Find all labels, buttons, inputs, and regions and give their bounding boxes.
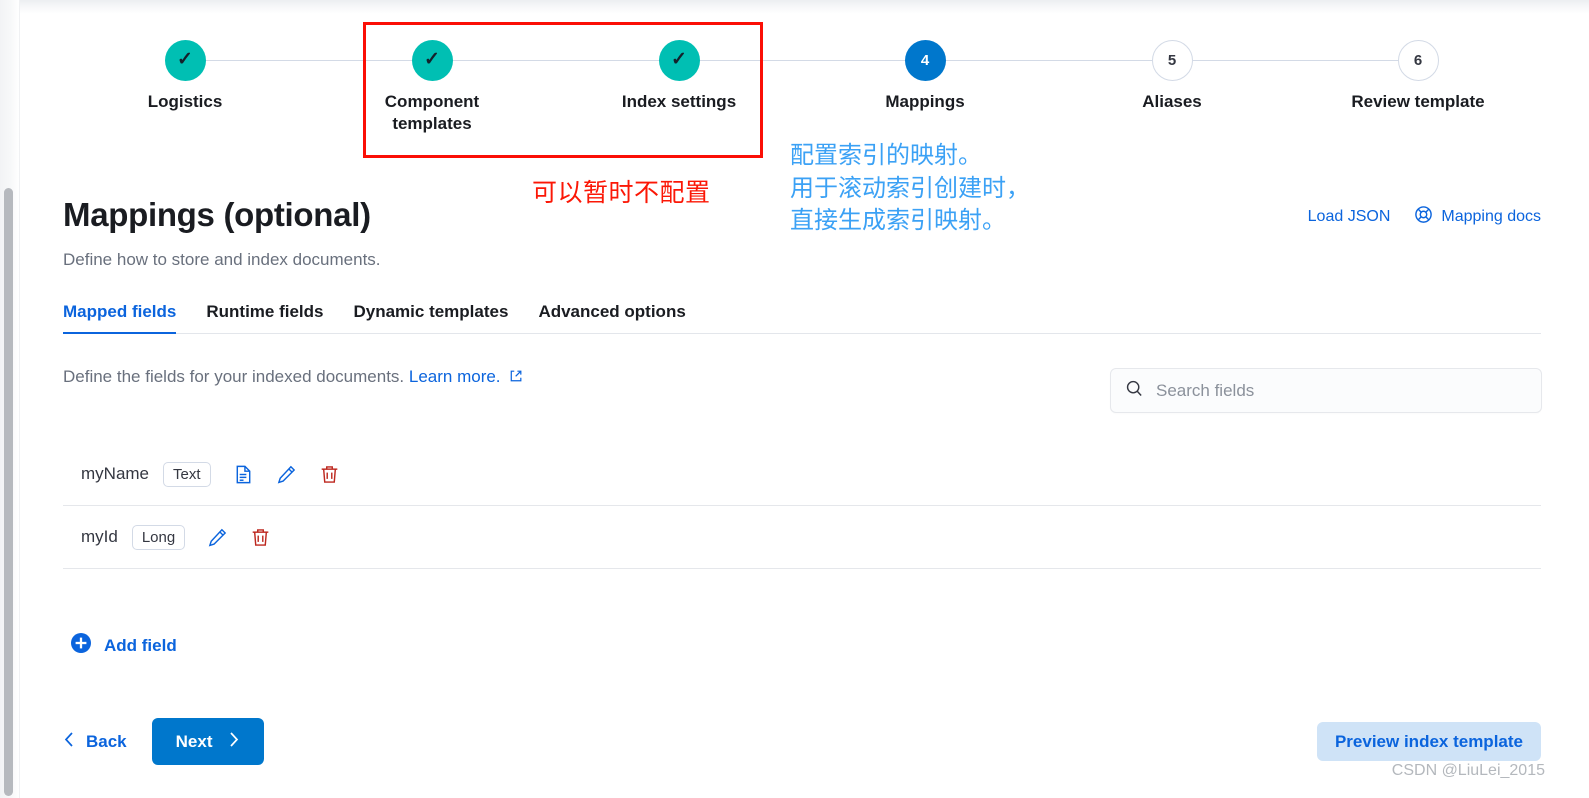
preview-index-template-button[interactable]: Preview index template xyxy=(1316,722,1541,761)
step-label-component-templates: Component templates xyxy=(384,92,480,134)
check-icon: ✓ xyxy=(424,49,440,70)
step-label-review-template: Review template xyxy=(1351,92,1485,111)
mappings-tab-bar: Mapped fields Runtime fields Dynamic tem… xyxy=(63,296,686,334)
tab-dynamic-templates[interactable]: Dynamic templates xyxy=(353,302,508,334)
field-name: myId xyxy=(81,527,118,546)
vertical-scrollbar-thumb[interactable] xyxy=(4,188,13,796)
tab-advanced-options[interactable]: Advanced options xyxy=(538,302,685,334)
learn-more-link[interactable]: Learn more. xyxy=(409,367,501,386)
row-action-icons xyxy=(207,527,271,548)
step-label-index-settings: Index settings xyxy=(621,92,737,111)
page-subtitle: Define how to store and index documents. xyxy=(63,250,381,269)
index-template-wizard-page: ✓ Logistics ✓ Component templates ✓ Inde… xyxy=(0,0,1589,798)
fields-description-text: Define the fields for your indexed docum… xyxy=(63,367,405,386)
wizard-stepper: ✓ Logistics ✓ Component templates ✓ Inde… xyxy=(20,0,1589,160)
step-marker-2: ✓ xyxy=(411,40,453,81)
tab-runtime-fields[interactable]: Runtime fields xyxy=(206,302,323,334)
search-input[interactable] xyxy=(1156,380,1527,401)
mapped-fields-list: myName Text myId Long xyxy=(63,443,1541,569)
blue-annotation-line-1: 配置索引的映射。 xyxy=(790,142,982,169)
mapping-docs-link[interactable]: Mapping docs xyxy=(1414,205,1541,229)
mapping-docs-label: Mapping docs xyxy=(1441,208,1541,225)
chevron-right-icon xyxy=(227,731,240,753)
trash-delete-icon[interactable] xyxy=(319,464,340,485)
header-actions: Load JSON Mapping docs xyxy=(1308,205,1541,229)
step-item-component-templates[interactable]: ✓ Component templates xyxy=(332,40,532,136)
check-icon: ✓ xyxy=(671,49,687,70)
step-label-logistics: Logistics xyxy=(147,92,223,111)
field-name: myName xyxy=(81,464,150,483)
blue-annotation-line-2: 用于滚动索引创建时， xyxy=(790,174,1030,202)
row-action-icons xyxy=(233,464,340,485)
tab-mapped-fields[interactable]: Mapped fields xyxy=(63,302,177,334)
step-marker-1: ✓ xyxy=(164,40,206,81)
step-label-aliases: Aliases xyxy=(1142,92,1202,111)
step-marker-6: 6 xyxy=(1397,40,1439,81)
step-marker-4: 4 xyxy=(904,40,946,81)
next-label: Next xyxy=(175,731,213,751)
red-annotation-text: 可以暂时不配置 xyxy=(532,179,711,207)
pencil-edit-icon[interactable] xyxy=(276,464,297,485)
add-field-label: Add field xyxy=(104,635,177,655)
step-item-aliases[interactable]: 5 Aliases xyxy=(1072,40,1272,113)
back-label: Back xyxy=(86,731,127,751)
lifebuoy-icon xyxy=(1414,205,1433,229)
step-label-mappings: Mappings xyxy=(885,92,965,111)
field-type-badge: Long xyxy=(131,524,186,550)
trash-delete-icon[interactable] xyxy=(250,527,271,548)
watermark: CSDN @LiuLei_2015 xyxy=(1391,762,1545,779)
search-icon xyxy=(1125,379,1144,403)
step-marker-3: ✓ xyxy=(658,40,700,81)
search-fields-container[interactable] xyxy=(1110,368,1542,413)
document-icon[interactable] xyxy=(233,464,254,485)
add-field-button[interactable]: Add field xyxy=(70,632,177,659)
step-item-logistics[interactable]: ✓ Logistics xyxy=(85,40,285,113)
back-button[interactable]: Back xyxy=(63,731,127,753)
blue-annotation-line-3: 直接生成索引映射。 xyxy=(790,207,1006,235)
plus-circle-icon xyxy=(70,632,92,659)
wizard-footer-left: Back Next xyxy=(63,718,264,765)
chevron-left-icon xyxy=(63,731,76,753)
external-link-icon[interactable] xyxy=(509,368,523,388)
load-json-label: Load JSON xyxy=(1307,208,1391,225)
table-row[interactable]: myName Text xyxy=(63,443,1541,506)
pencil-edit-icon[interactable] xyxy=(207,527,228,548)
blue-annotation-text: 配置索引的映射。 用于滚动索引创建时， 直接生成索引映射。 xyxy=(790,140,1030,238)
step-item-index-settings[interactable]: ✓ Index settings xyxy=(579,40,779,113)
step-marker-5: 5 xyxy=(1151,40,1193,81)
step-item-mappings[interactable]: 4 Mappings xyxy=(825,40,1025,113)
next-button[interactable]: Next xyxy=(151,718,264,765)
step-item-review-template[interactable]: 6 Review template xyxy=(1318,40,1518,113)
load-json-button[interactable]: Load JSON xyxy=(1308,208,1391,226)
fields-description: Define the fields for your indexed docum… xyxy=(63,367,523,388)
check-icon: ✓ xyxy=(177,49,193,70)
field-type-badge: Text xyxy=(163,461,211,487)
table-row[interactable]: myId Long xyxy=(63,506,1541,569)
page-title: Mappings (optional) xyxy=(63,196,371,233)
